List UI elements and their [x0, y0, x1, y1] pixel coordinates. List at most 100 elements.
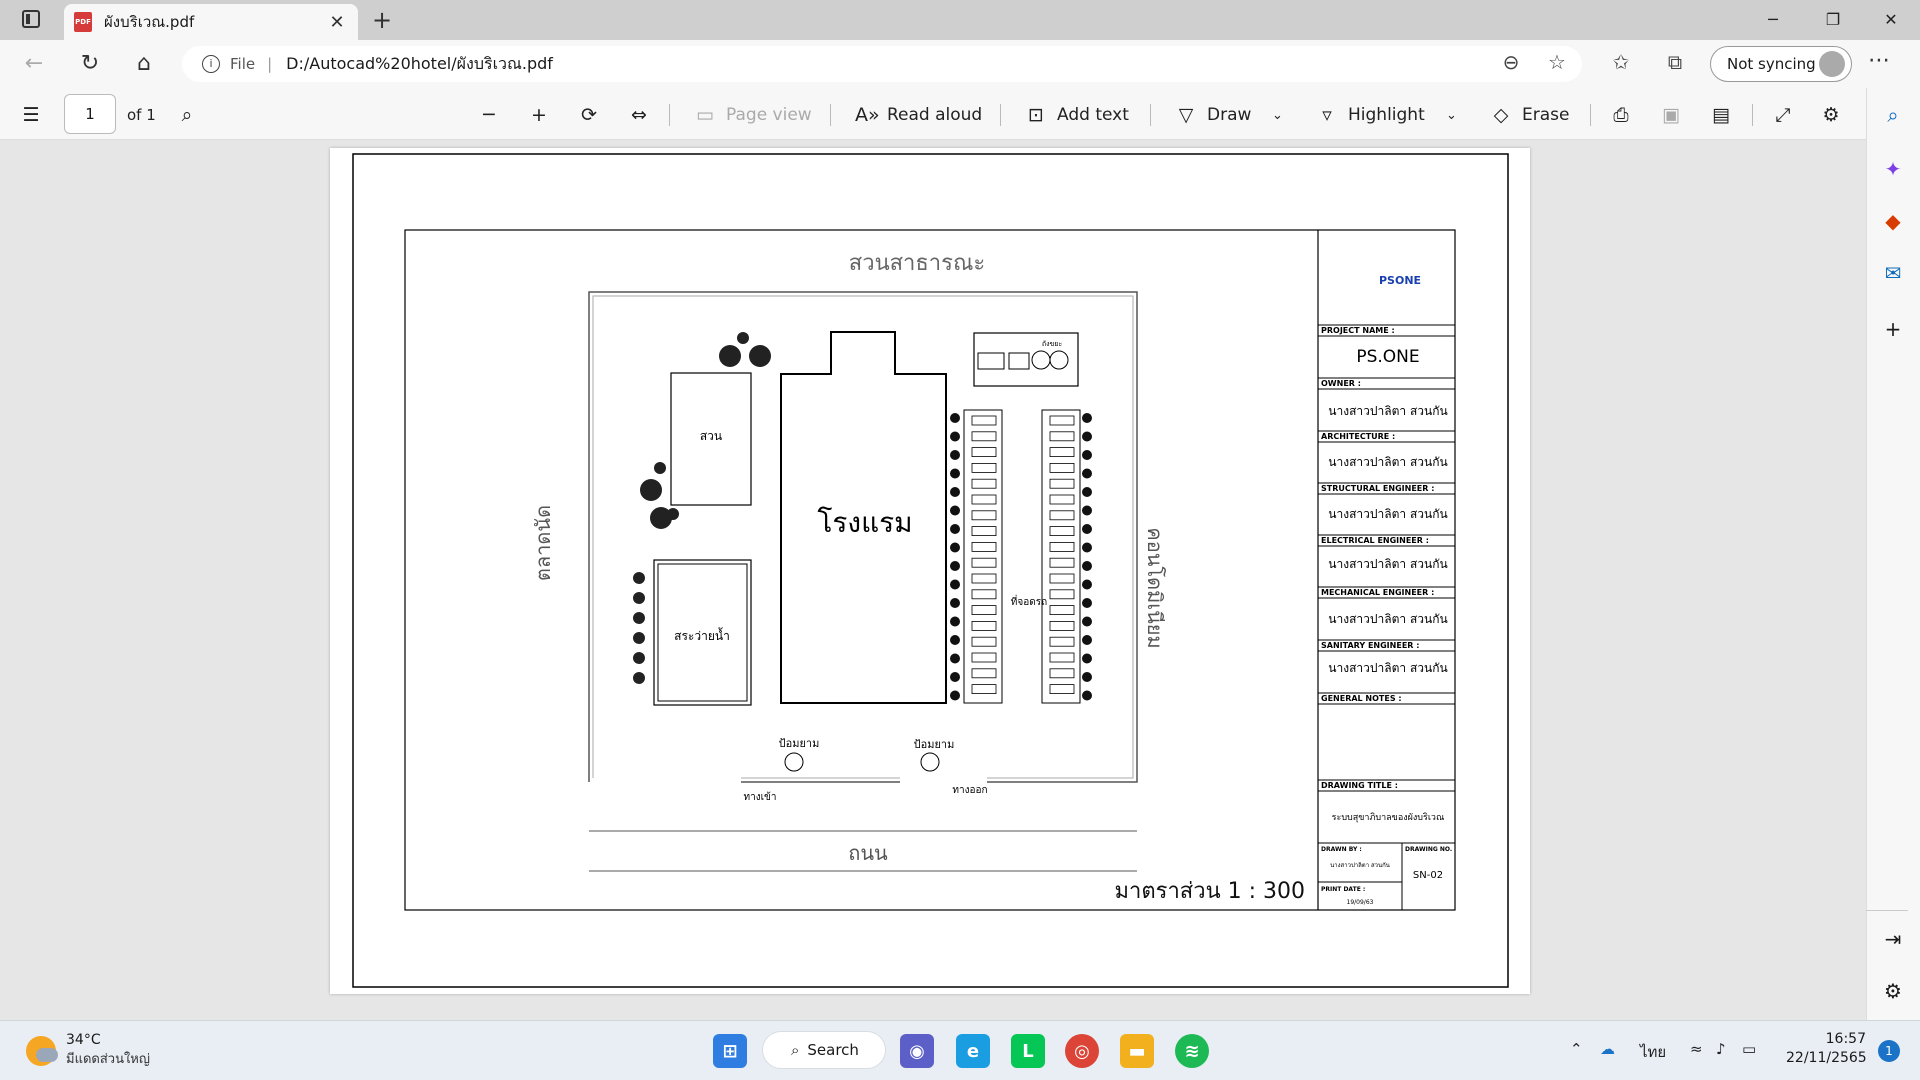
parking-stall: [971, 494, 997, 505]
refresh-icon[interactable]: ↻: [72, 50, 108, 78]
zoom-out-icon[interactable]: ─: [478, 100, 510, 130]
light-dot: [1082, 450, 1092, 460]
parking-stall: [1049, 494, 1075, 505]
struct-value: นางสาวปาลิตา สวนกัน: [1328, 507, 1447, 521]
drawing-no-label: DRAWING NO.: [1405, 846, 1452, 853]
read-aloud-label: Read aloud: [887, 105, 983, 125]
line-icon[interactable]: L: [1011, 1034, 1045, 1068]
contents-icon[interactable]: ☰: [20, 100, 52, 130]
erase-button[interactable]: ◇ Erase: [1490, 100, 1570, 130]
start-icon[interactable]: ⊞: [713, 1034, 747, 1068]
sidebar-search-icon[interactable]: ⌕: [1876, 98, 1910, 132]
tab-actions-icon[interactable]: [22, 10, 40, 28]
light-dot: [950, 524, 960, 534]
page-view-label: Page view: [726, 105, 812, 125]
read-aloud-button[interactable]: A» Read aloud: [855, 100, 982, 130]
chat-icon[interactable]: ◉: [900, 1034, 934, 1068]
print-icon[interactable]: ⎙: [1610, 100, 1642, 130]
collections-icon[interactable]: ⧉: [1660, 50, 1690, 74]
onedrive-icon[interactable]: ☁: [1600, 1040, 1615, 1058]
add-favorite-icon[interactable]: ☆: [1542, 50, 1572, 74]
light-dot: [950, 487, 960, 497]
sidebar-settings-icon[interactable]: ⚙: [1876, 974, 1910, 1008]
parking-stall: [971, 478, 997, 489]
drawn-by: นางสาวปาลิตา สวนกัน: [1330, 862, 1390, 869]
new-tab-icon[interactable]: +: [368, 6, 396, 34]
office-icon[interactable]: ◆: [1876, 204, 1910, 238]
parking-stall: [1049, 684, 1075, 694]
pdf-settings-icon[interactable]: ⚙: [1820, 100, 1852, 130]
taskbar-search-button[interactable]: ⌕ Search: [762, 1031, 886, 1069]
condo-label: คอนโดมิเนียม: [1143, 527, 1167, 648]
draw-label: Draw: [1207, 105, 1252, 125]
fit-page-icon[interactable]: ⇔: [628, 100, 660, 130]
restore-icon[interactable]: ❐: [1810, 4, 1856, 36]
parking-stall: [1049, 510, 1075, 521]
highlight-chevron-down-icon[interactable]: ⌄: [1446, 100, 1457, 130]
light-dot: [1082, 616, 1092, 627]
language-indicator[interactable]: ไทย: [1640, 1040, 1666, 1064]
minimize-icon[interactable]: ─: [1750, 4, 1796, 36]
draw-chevron-down-icon[interactable]: ⌄: [1272, 100, 1283, 130]
page-number-input[interactable]: 1: [64, 94, 116, 134]
rotate-icon[interactable]: ⟳: [578, 100, 610, 130]
light-dot: [1082, 598, 1092, 608]
info-icon[interactable]: i: [202, 55, 220, 73]
light-dot: [1082, 413, 1092, 423]
chrome-icon[interactable]: ◎: [1065, 1034, 1099, 1068]
edge-icon[interactable]: e: [956, 1034, 990, 1068]
light-dot: [950, 450, 960, 460]
light-dot: [1082, 524, 1092, 534]
tray-chevron-up-icon[interactable]: ⌃: [1570, 1040, 1583, 1058]
owner-label: OWNER :: [1321, 379, 1361, 388]
light-dot: [950, 431, 960, 442]
battery-icon[interactable]: ▭: [1742, 1040, 1756, 1058]
elec-value: นางสาวปาลิตา สวนกัน: [1328, 557, 1447, 571]
add-text-button[interactable]: ⊡ Add text: [1025, 100, 1129, 130]
print-date-label: PRINT DATE :: [1321, 886, 1365, 893]
fullscreen-icon[interactable]: ⤢: [1772, 100, 1804, 130]
road-label: ถนน: [848, 841, 888, 865]
pool-label: สระว่ายน้ำ: [674, 627, 730, 643]
save-as-icon[interactable]: ▤: [1710, 100, 1742, 130]
draw-button[interactable]: ▽ Draw: [1175, 100, 1252, 130]
find-icon[interactable]: ⌕: [176, 100, 208, 130]
volume-icon[interactable]: ♪: [1716, 1040, 1726, 1058]
profile-sync-button[interactable]: Not syncing: [1710, 46, 1852, 82]
window-close-icon[interactable]: ✕: [1868, 4, 1914, 36]
toolbar-divider: [1150, 104, 1151, 126]
highlight-button[interactable]: ▿ Highlight: [1316, 100, 1425, 130]
park-label: สวนสาธารณะ: [849, 251, 985, 276]
weather-widget[interactable]: 34°C มีแดดส่วนใหญ่: [26, 1032, 150, 1069]
parking-stall: [971, 557, 997, 568]
clock[interactable]: 16:57 22/11/2565: [1786, 1030, 1867, 1068]
close-tab-icon[interactable]: ✕: [326, 12, 348, 33]
zoom-icon[interactable]: ⊖: [1496, 50, 1526, 74]
back-icon[interactable]: ←: [16, 50, 52, 78]
copilot-icon[interactable]: ✦: [1876, 152, 1910, 186]
page-view-button[interactable]: ▭ Page view: [694, 100, 812, 130]
sidebar-divider: [1862, 910, 1908, 911]
parking-stall: [1049, 620, 1075, 631]
notification-badge[interactable]: 1: [1878, 1040, 1900, 1062]
favorites-icon[interactable]: ✩: [1606, 50, 1636, 74]
zoom-in-icon[interactable]: +: [528, 100, 560, 130]
light-dot: [950, 690, 960, 701]
clock-date: 22/11/2565: [1786, 1050, 1867, 1066]
spotify-icon[interactable]: ≋: [1175, 1034, 1209, 1068]
hide-sidebar-icon[interactable]: ⇥: [1876, 922, 1910, 956]
home-icon[interactable]: ⌂: [126, 50, 162, 78]
site-plan-drawing: สวนสาธารณะ ถนน ตลาดนัด คอนโดมิเนียม โรงแ…: [352, 153, 1509, 988]
address-input[interactable]: i File | D:/Autocad%20hotel/ผังบริเวณ.pd…: [182, 46, 1582, 82]
tab-active[interactable]: PDF ผังบริเวณ.pdf ✕: [64, 4, 358, 40]
wifi-icon[interactable]: ≈: [1690, 1040, 1703, 1058]
outlook-icon[interactable]: ✉: [1876, 256, 1910, 290]
add-sidebar-app-icon[interactable]: +: [1876, 312, 1910, 346]
add-text-icon: ⊡: [1028, 104, 1044, 126]
market-label: ตลาดนัด: [531, 505, 555, 581]
save-icon[interactable]: ▣: [1660, 100, 1692, 130]
file-explorer-icon[interactable]: ▬: [1120, 1034, 1154, 1068]
title-block: PSONE PROJECT NAME : PS.ONE OWNER : นางส…: [1318, 274, 1455, 910]
settings-menu-icon[interactable]: ⋯: [1868, 48, 1890, 73]
parking-stall: [971, 431, 997, 442]
